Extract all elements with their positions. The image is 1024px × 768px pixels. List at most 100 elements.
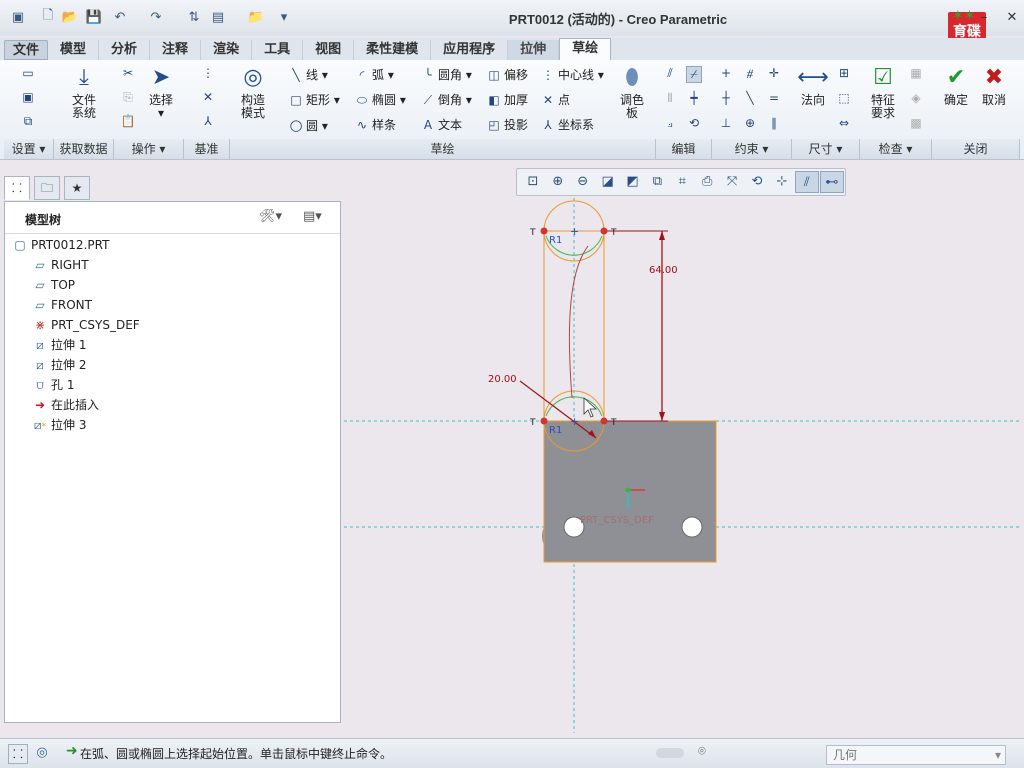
- circle-button[interactable]: ○ 圆 ▾: [288, 116, 327, 134]
- symmetric-constraint-icon[interactable]: ⊕: [742, 116, 760, 130]
- tab-view[interactable]: 视图: [303, 40, 355, 60]
- rectangle-button[interactable]: □ 矩形 ▾: [288, 91, 340, 108]
- thicken-button[interactable]: ◧ 加厚: [486, 91, 528, 108]
- perpendicular-constraint-icon[interactable]: ⊥: [718, 116, 736, 130]
- selection-filter[interactable]: 几何: [826, 745, 1006, 765]
- tree-item-top[interactable]: ▱ TOP: [31, 276, 75, 294]
- navigator-toggle-icon[interactable]: ⸬: [8, 744, 28, 764]
- tab-extrude[interactable]: 拉伸: [508, 40, 560, 60]
- palette-button[interactable]: ⬮ 调色板: [614, 64, 650, 120]
- tab-analysis[interactable]: 分析: [99, 40, 151, 60]
- cancel-button[interactable]: ✖ 取消: [976, 64, 1012, 107]
- perimeter-icon[interactable]: ⊞: [836, 66, 854, 80]
- centerline-button[interactable]: ⋮ 中心线 ▾: [540, 66, 604, 83]
- normal-dimension-button[interactable]: ⟷ 法向: [796, 64, 830, 107]
- graphics-area[interactable]: PRT_CSYS_DEF 64.00 20.00 T T T T R1 R1 +…: [342, 160, 1024, 735]
- group-operations[interactable]: 操作 ▾: [114, 139, 184, 159]
- model-tree-tab-icon[interactable]: ⸬: [4, 176, 30, 200]
- corner-icon[interactable]: ⟓: [662, 116, 680, 131]
- favorites-tab-icon[interactable]: ★: [64, 176, 90, 200]
- tree-item-csys[interactable]: ⋇ PRT_CSYS_DEF: [31, 316, 140, 334]
- folder-browser-tab-icon[interactable]: 🗀: [34, 176, 60, 200]
- delete-segment-icon[interactable]: ⌿: [686, 66, 704, 83]
- group-constrain[interactable]: 约束 ▾: [712, 139, 792, 159]
- horizontal-constraint-icon[interactable]: ┼: [718, 91, 736, 105]
- tree-item-part[interactable]: ▢ PRT0012.PRT: [11, 236, 109, 254]
- mirror-icon[interactable]: ⫴: [662, 91, 680, 106]
- settings-icon[interactable]: 🛠▾: [259, 209, 282, 224]
- tab-file[interactable]: 文件: [4, 40, 49, 60]
- datum-centerline-icon[interactable]: ⋮: [200, 66, 218, 80]
- tree-item-right[interactable]: ▱ RIGHT: [31, 256, 88, 274]
- ok-button[interactable]: ✔ 确定: [938, 64, 974, 107]
- chamfer-button[interactable]: ⟋ 倒角 ▾: [420, 91, 472, 108]
- binoculars-icon[interactable]: ⌾: [698, 744, 706, 759]
- copy-icon[interactable]: ⎘: [120, 90, 138, 105]
- extrude-icon: ⧄: [36, 338, 44, 352]
- tree-item-extrude-3[interactable]: ⧄* 拉伸 3: [31, 416, 87, 434]
- highlight-open-ends-icon[interactable]: ◈: [908, 91, 926, 105]
- line-button[interactable]: ╲ 线 ▾: [288, 66, 327, 83]
- show-options-icon[interactable]: ▤▾: [303, 209, 322, 224]
- construction-mode-button[interactable]: ◎ 构造 模式: [236, 64, 270, 120]
- csys-icon: ⋇: [34, 318, 46, 332]
- minimize-button[interactable]: –: [976, 10, 992, 26]
- tree-item-front[interactable]: ▱ FRONT: [31, 296, 92, 314]
- sketch-spline: [568, 245, 589, 399]
- text-button[interactable]: A 文本: [420, 116, 462, 133]
- reference-icon[interactable]: ▣: [20, 90, 38, 104]
- checkmark-icon: ✔: [946, 65, 966, 90]
- rotate-resize-icon[interactable]: ⟲: [686, 116, 704, 130]
- fillet-button[interactable]: ╰ 圆角 ▾: [420, 66, 471, 83]
- dim-value-64: 64.00: [649, 265, 678, 276]
- tree-item-insert-here[interactable]: ➜ 在此插入: [31, 396, 99, 414]
- tab-tools[interactable]: 工具: [252, 40, 304, 60]
- datum-point-icon[interactable]: ✕: [200, 90, 218, 104]
- tab-sketch[interactable]: 草绘: [559, 38, 612, 60]
- arc-button[interactable]: ◜ 弧 ▾: [354, 66, 394, 83]
- shade-closed-loops-icon[interactable]: ▩: [908, 116, 926, 130]
- tangent-constraint-icon[interactable]: ⧣: [742, 66, 760, 81]
- spline-button[interactable]: ∿ 样条: [354, 116, 396, 133]
- project-button[interactable]: ◰ 投影: [486, 116, 528, 133]
- paste-icon[interactable]: 📋: [120, 114, 138, 128]
- datum-csys-icon[interactable]: ⅄: [200, 114, 218, 128]
- modify-icon[interactable]: ⫽: [662, 66, 680, 81]
- baseline-icon[interactable]: ⇔: [836, 116, 854, 130]
- browser-toggle-icon[interactable]: ◎: [32, 744, 52, 764]
- cut-icon[interactable]: ✂: [120, 66, 138, 80]
- tree-item-extrude-2[interactable]: ⧄ 拉伸 2: [31, 356, 86, 374]
- overlapping-geometry-icon[interactable]: ▦: [908, 66, 926, 80]
- vertical-constraint-icon[interactable]: +: [718, 66, 736, 80]
- tree-item-hole-1[interactable]: ⩌ 孔 1: [31, 376, 74, 394]
- tab-annotate[interactable]: 注释: [150, 40, 202, 60]
- coincident-constraint-icon[interactable]: ╲: [742, 91, 760, 105]
- window-title: PRT0012 (活动的) - Creo Parametric: [508, 12, 728, 27]
- midpoint-constraint-icon[interactable]: ✛: [766, 66, 784, 80]
- feature-requirements-button[interactable]: ☑ 特征 要求: [866, 64, 900, 120]
- tab-applications[interactable]: 应用程序: [431, 40, 509, 60]
- close-button[interactable]: ✕: [1004, 10, 1020, 26]
- ellipse-button[interactable]: ⬭ 椭圆 ▾: [354, 91, 406, 108]
- group-inspect[interactable]: 检查 ▾: [860, 139, 932, 159]
- group-dimension[interactable]: 尺寸 ▾: [792, 139, 860, 159]
- tree-item-extrude-1[interactable]: ⧄ 拉伸 1: [31, 336, 86, 354]
- sketch-view-icon[interactable]: ⧉: [20, 114, 38, 129]
- toggle-indicator[interactable]: [656, 748, 684, 758]
- point-button[interactable]: ✕ 点: [540, 91, 570, 108]
- tab-flexible-modeling[interactable]: 柔性建模: [354, 40, 432, 60]
- tab-model[interactable]: 模型: [48, 40, 100, 60]
- parallel-constraint-icon[interactable]: ∥: [766, 116, 784, 130]
- file-system-button[interactable]: ⤓ 文件 系统: [64, 64, 104, 120]
- equal-constraint-icon[interactable]: =: [766, 91, 784, 105]
- reference-dimension-icon[interactable]: ⬚: [836, 91, 854, 105]
- tab-render[interactable]: 渲染: [201, 40, 253, 60]
- coordinate-system-button[interactable]: ⅄ 坐标系: [540, 116, 594, 133]
- part-icon: ▢: [14, 238, 26, 252]
- extrude-icon: ⧄: [36, 358, 44, 372]
- select-button[interactable]: ➤ 选择 ▾: [144, 64, 178, 120]
- group-setup[interactable]: 设置 ▾: [4, 139, 54, 159]
- offset-button[interactable]: ◫ 偏移: [486, 66, 528, 83]
- sketch-setup-icon[interactable]: ▭: [20, 66, 38, 80]
- divide-icon[interactable]: ┿: [686, 91, 704, 105]
